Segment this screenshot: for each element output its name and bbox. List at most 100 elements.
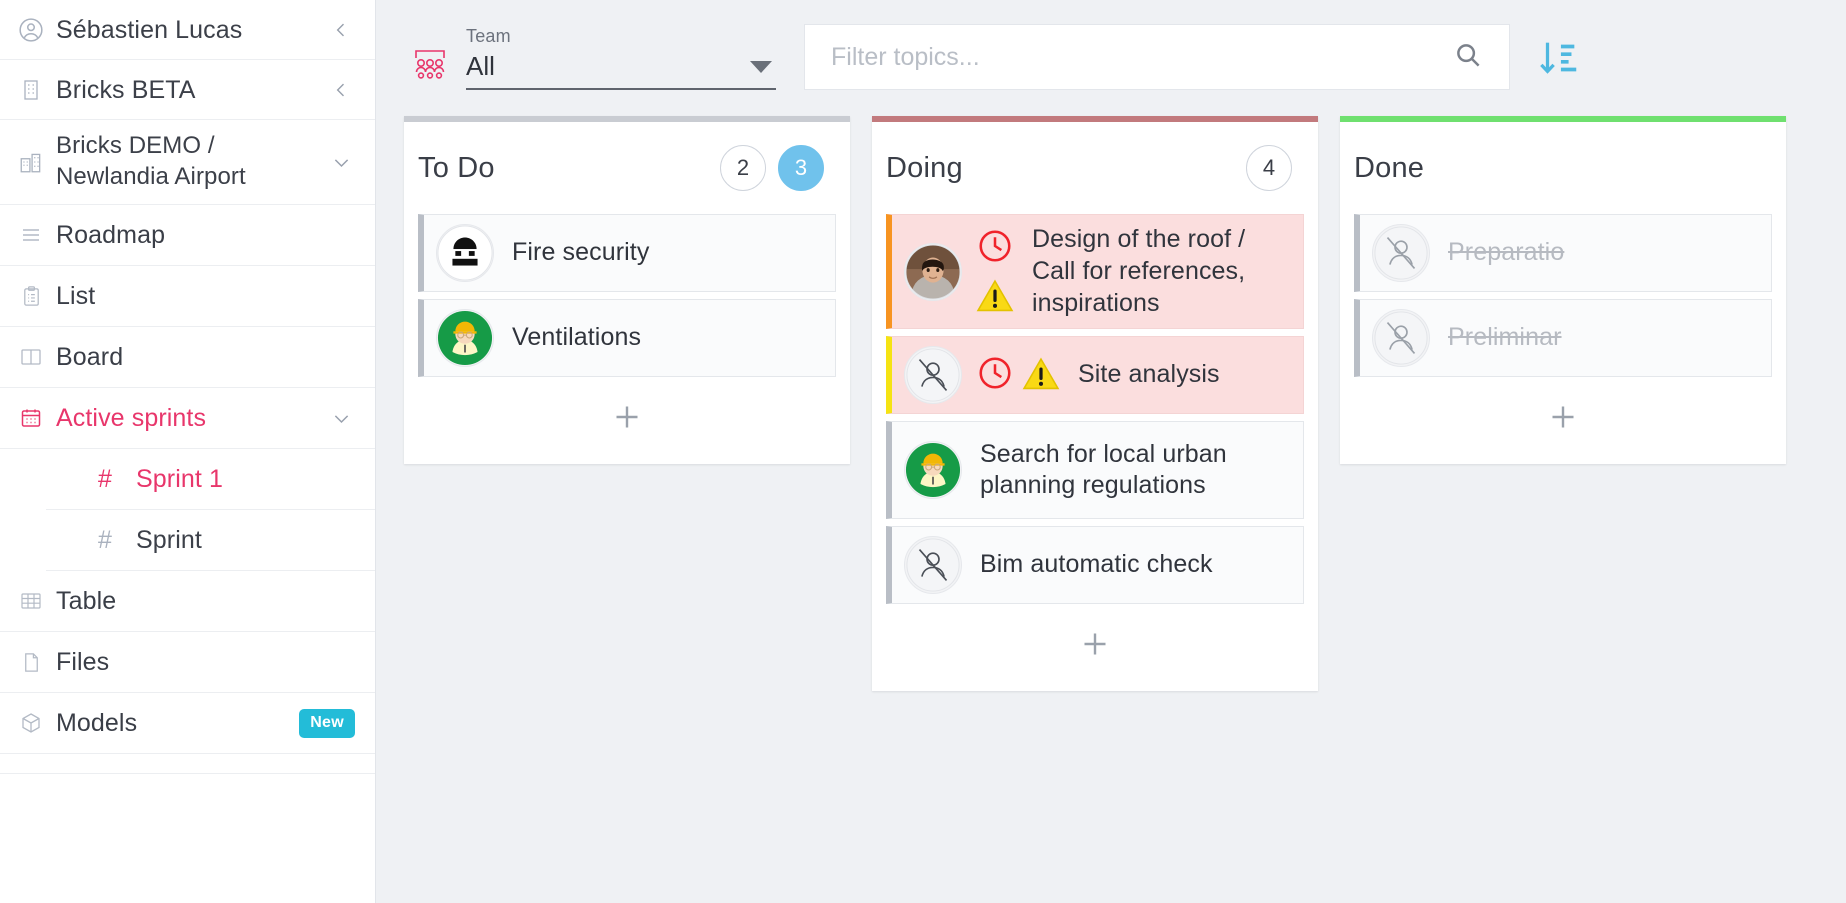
- sidebar-item-list[interactable]: List: [0, 266, 375, 327]
- sidebar-item-label: Board: [48, 341, 123, 373]
- add-card-button[interactable]: [872, 611, 1318, 677]
- board-card[interactable]: Ventilations: [418, 299, 836, 377]
- card-title: Site analysis: [1078, 359, 1220, 391]
- column-badges: 4: [1246, 145, 1292, 191]
- board-card[interactable]: Design of the roof / Call for references…: [886, 214, 1304, 329]
- chevron-left-icon[interactable]: [327, 76, 355, 104]
- sidebar-item-label: Models: [48, 707, 137, 739]
- board-column-todo: To Do 2 3: [404, 116, 850, 464]
- sidebar-item-label: Files: [48, 646, 109, 678]
- card-title: Search for local urban planning regulati…: [980, 439, 1289, 503]
- add-card-button[interactable]: [1340, 384, 1786, 450]
- no-assignee-icon: [1372, 309, 1430, 367]
- team-filter-label: Team: [466, 26, 776, 47]
- sidebar-item-label: List: [48, 280, 95, 312]
- main-area: Team All: [376, 0, 1846, 903]
- building-icon: [14, 78, 48, 102]
- project-name: Bricks DEMO / Newlandia Airport: [48, 131, 303, 192]
- sidebar-item-roadmap[interactable]: Roadmap: [0, 205, 375, 266]
- sidebar-item-label: Table: [48, 585, 116, 617]
- list-lines-icon: [14, 223, 48, 247]
- filter-topics-field[interactable]: [804, 24, 1510, 90]
- account-name: Sébastien Lucas: [48, 14, 242, 46]
- no-assignee-icon: [1372, 224, 1430, 282]
- cube-icon: [14, 711, 48, 735]
- chevron-down-icon[interactable]: [750, 61, 772, 73]
- sort-descending-icon[interactable]: [1536, 35, 1582, 86]
- card-title: Fire security: [512, 237, 649, 269]
- sidebar-account-row[interactable]: Sébastien Lucas: [0, 0, 375, 60]
- table-icon: [14, 589, 48, 613]
- no-assignee-icon: [904, 536, 962, 594]
- warning-triangle-icon: [976, 278, 1014, 317]
- column-title: Done: [1354, 152, 1424, 185]
- column-title: To Do: [418, 152, 495, 185]
- card-title: Design of the roof / Call for references…: [1032, 224, 1289, 319]
- board-card[interactable]: Site analysis: [886, 336, 1304, 414]
- photo-person-avatar: [904, 243, 962, 301]
- sidebar-project-row[interactable]: Bricks DEMO / Newlandia Airport: [0, 120, 375, 205]
- pixel-face-avatar: [436, 224, 494, 282]
- column-count-badge-accent: 3: [778, 145, 824, 191]
- column-header: To Do 2 3: [404, 122, 850, 214]
- warning-triangle-icon: [1022, 356, 1060, 395]
- board-column-doing: Doing 4: [872, 116, 1318, 691]
- sidebar-divider: [0, 754, 375, 774]
- sidebar-item-table[interactable]: Table: [0, 571, 375, 632]
- hash-icon: #: [98, 465, 136, 494]
- sidebar-item-board[interactable]: Board: [0, 327, 375, 388]
- column-header: Doing 4: [872, 122, 1318, 214]
- search-input[interactable]: [831, 43, 1453, 72]
- sidebar-item-models[interactable]: Models New: [0, 693, 375, 754]
- sidebar-item-label: Roadmap: [48, 219, 165, 251]
- sidebar-sprint-item-sprint[interactable]: # Sprint: [46, 510, 375, 571]
- city-icon: [14, 149, 48, 175]
- card-title: Bim automatic check: [980, 549, 1213, 581]
- file-icon: [14, 651, 48, 674]
- board-card[interactable]: Search for local urban planning regulati…: [886, 421, 1304, 519]
- search-icon[interactable]: [1453, 40, 1483, 75]
- models-new-badge: New: [299, 709, 355, 738]
- card-status-icons: [976, 354, 1060, 397]
- sidebar-sprint-item-sprint-1[interactable]: # Sprint 1: [46, 449, 375, 510]
- team-group-icon: [404, 46, 456, 82]
- sidebar-item-active-sprints[interactable]: Active sprints: [0, 388, 375, 449]
- sprint-label: Sprint 1: [136, 463, 223, 495]
- chevron-down-icon[interactable]: [327, 404, 355, 432]
- sidebar-item-files[interactable]: Files: [0, 632, 375, 693]
- column-count-badge: 4: [1246, 145, 1292, 191]
- app-root: Sébastien Lucas Bricks BETA: [0, 0, 1846, 903]
- column-badges: 2 3: [720, 145, 824, 191]
- team-filter-select[interactable]: Team All: [466, 26, 776, 90]
- organization-name: Bricks BETA: [48, 74, 196, 106]
- board-card[interactable]: Preliminar: [1354, 299, 1772, 377]
- board-column-done: Done Preparatio: [1340, 116, 1786, 464]
- sidebar-item-label: Active sprints: [48, 402, 206, 434]
- hash-icon: #: [98, 526, 136, 555]
- kanban-board: To Do 2 3: [376, 108, 1846, 903]
- chevron-down-icon[interactable]: [327, 148, 355, 176]
- board-card[interactable]: Fire security: [418, 214, 836, 292]
- card-title: Ventilations: [512, 322, 641, 354]
- sprint-label: Sprint: [136, 524, 202, 556]
- no-assignee-icon: [904, 346, 962, 404]
- chevron-left-icon[interactable]: [327, 16, 355, 44]
- board-card[interactable]: Bim automatic check: [886, 526, 1304, 604]
- card-title: Preliminar: [1448, 322, 1562, 354]
- worker-green-avatar: [904, 441, 962, 499]
- team-filter-value: All: [466, 51, 495, 82]
- column-count-badge: 2: [720, 145, 766, 191]
- worker-green-avatar: [436, 309, 494, 367]
- board-toolbar: Team All: [376, 0, 1846, 108]
- column-title: Doing: [886, 152, 963, 185]
- sidebar-organization-row[interactable]: Bricks BETA: [0, 60, 375, 120]
- user-circle-icon: [14, 17, 48, 43]
- columns-icon: [14, 345, 48, 369]
- sidebar: Sébastien Lucas Bricks BETA: [0, 0, 376, 903]
- column-header: Done: [1340, 122, 1786, 214]
- calendar-icon: [14, 406, 48, 430]
- clipboard-icon: [14, 285, 48, 308]
- add-card-button[interactable]: [404, 384, 850, 450]
- board-card[interactable]: Preparatio: [1354, 214, 1772, 292]
- card-status-icons: [976, 227, 1014, 317]
